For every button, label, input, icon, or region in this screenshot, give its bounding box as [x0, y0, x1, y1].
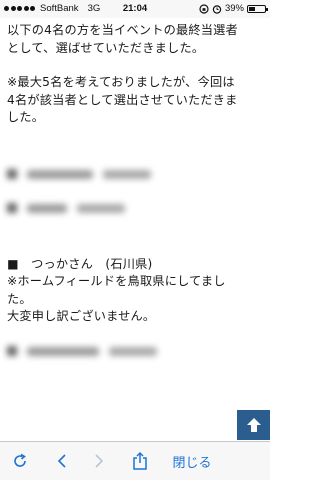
battery-icon: [247, 4, 268, 13]
forward-icon: [95, 454, 104, 468]
alarm-icon: [212, 4, 222, 14]
blurred-winner-1: [7, 166, 265, 183]
share-icon: [133, 451, 147, 470]
refresh-icon: [14, 453, 26, 467]
blurred-winner-2: [7, 200, 265, 217]
status-bar: SoftBank 3G 21:04 39%: [0, 0, 270, 18]
scroll-to-top-button[interactable]: [237, 410, 270, 440]
note-line-1: ※最大5名を考えておりましたが、今回は: [7, 75, 235, 89]
blurred-winner-3: [7, 343, 265, 360]
back-icon: [57, 454, 66, 468]
back-button[interactable]: [52, 442, 72, 480]
winner-note-line-2: た。: [7, 291, 32, 306]
rotation-lock-icon: [199, 3, 209, 14]
battery-percent: 39%: [224, 3, 244, 14]
winner-note-line-1: ※ホームフィールドを鳥取県にしてまし: [7, 274, 226, 288]
winner-note-line-3: 大変申し訳ございません。: [7, 309, 156, 323]
note-line-2: 4名が該当者として選出させていただきま: [7, 92, 238, 107]
winner-name-line: ■ つっかさん (石川県): [7, 256, 153, 271]
status-right: 39%: [199, 3, 268, 14]
intro-line-2: として、選ばせていただきました。: [7, 40, 205, 55]
article-content: 以下の4名の方を当イベントの最終当選者 として、選ばせていただきました。 ※最大…: [7, 22, 265, 360]
arrow-up-icon: [246, 418, 261, 432]
forward-button[interactable]: [89, 442, 109, 480]
intro-line-1: 以下の4名の方を当イベントの最終当選者: [7, 23, 238, 37]
bottom-toolbar: 閉じる: [0, 441, 270, 480]
share-button[interactable]: [129, 442, 151, 480]
close-button[interactable]: 閉じる: [166, 442, 218, 480]
note-line-3: した。: [7, 110, 45, 124]
refresh-button[interactable]: [8, 442, 32, 480]
